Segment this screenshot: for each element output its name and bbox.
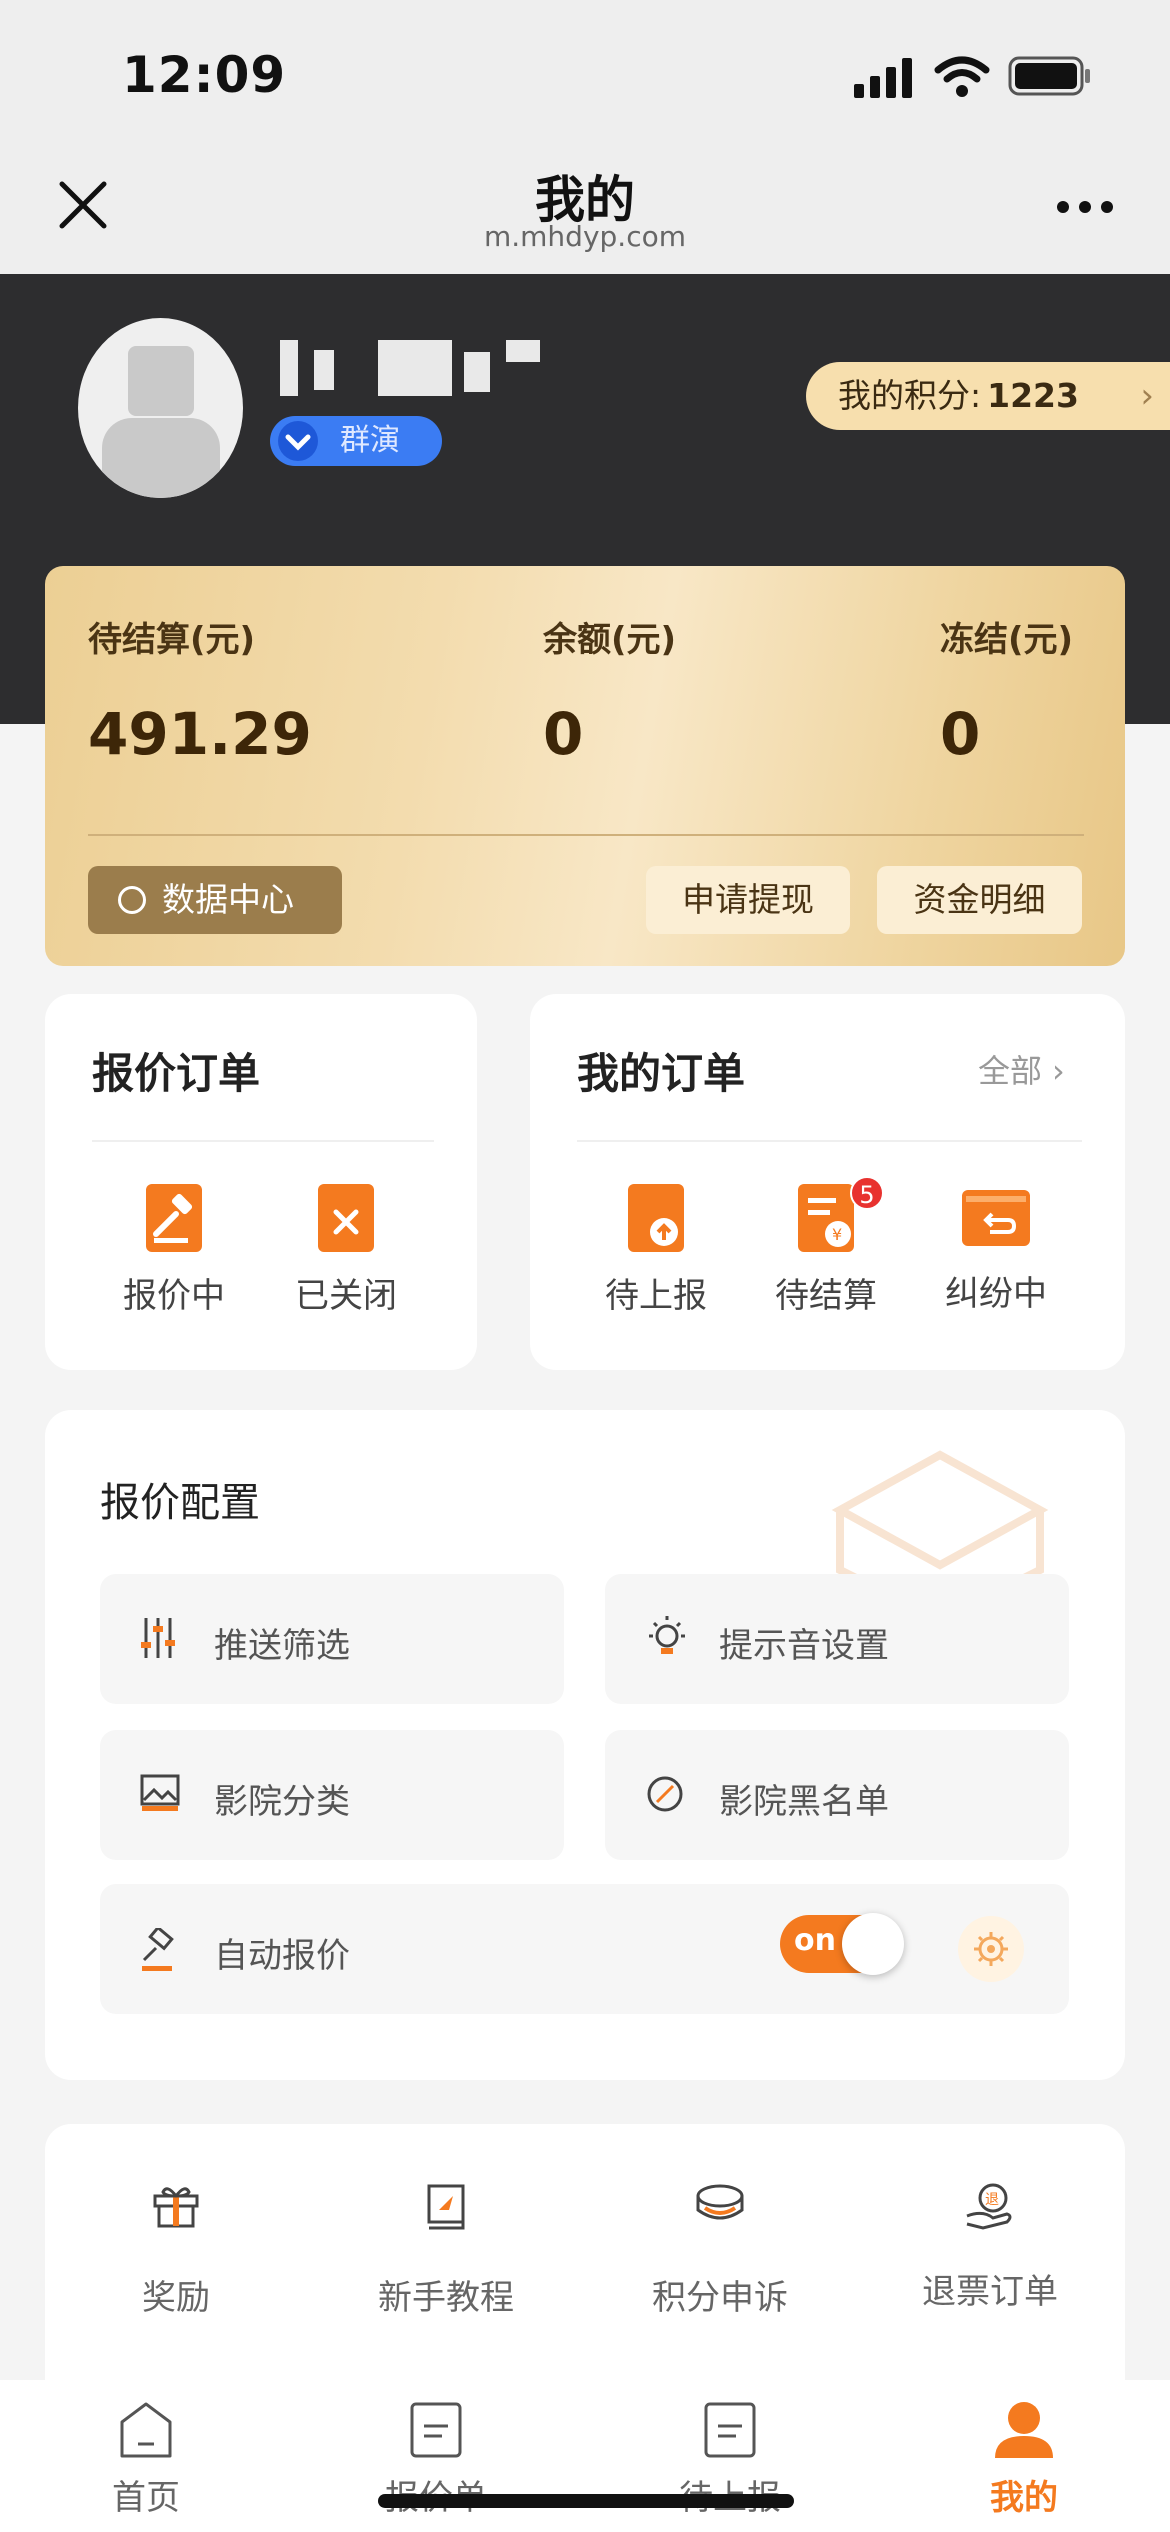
points-appeal-label: 积分申诉 — [652, 2278, 788, 2318]
page-url: m.mhdyp.com — [483, 220, 686, 253]
quote-orders-title: 报价订单 — [92, 1049, 261, 1098]
check-icon — [278, 421, 318, 461]
return-box-icon — [962, 1190, 1030, 1246]
bulb-icon — [645, 1614, 689, 1660]
pending-settle-label: 待结算 — [775, 1276, 877, 1316]
balance-value: 0 — [543, 700, 584, 768]
pending-label: 待结算(元) — [88, 620, 256, 660]
role-badge-label: 群演 — [340, 423, 400, 458]
fund-details-button[interactable]: 资金明细 — [877, 866, 1082, 934]
balance-label: 余额(元) — [543, 620, 677, 660]
all-orders-label: 全部 — [978, 1052, 1043, 1090]
gavel-file-icon — [146, 1184, 202, 1252]
cinema-category-label: 影院分类 — [214, 1782, 350, 1822]
pending-value: 491.29 — [88, 700, 312, 768]
toggle-state: on — [794, 1923, 836, 1958]
home-icon — [118, 2400, 174, 2460]
my-orders-title: 我的订单 — [577, 1049, 746, 1098]
cinema-category-button[interactable]: 影院分类 — [100, 1730, 564, 1860]
frozen-label: 冻结(元) — [940, 620, 1074, 660]
pending-count-badge: 5 — [850, 1176, 884, 1210]
auto-quote-row: 自动报价 — [100, 1884, 1069, 2014]
avatar[interactable] — [78, 318, 243, 498]
role-badge: 群演 — [270, 416, 442, 466]
auto-quote-label: 自动报价 — [214, 1936, 350, 1976]
sound-settings-label: 提示音设置 — [719, 1626, 889, 1666]
points-appeal-item[interactable]: 积分申诉 — [620, 2180, 820, 2330]
gear-icon[interactable] — [958, 1916, 1024, 1982]
pending-report-item[interactable]: 待上报 — [576, 1180, 736, 1350]
withdraw-button[interactable]: 申请提现 — [646, 866, 850, 934]
battery-icon — [1008, 56, 1092, 96]
points-label: 我的积分: — [838, 376, 982, 415]
closed-label: 已关闭 — [295, 1276, 397, 1316]
closed-file-icon — [318, 1184, 374, 1252]
points-value: 1223 — [987, 376, 1079, 415]
gift-icon — [151, 2180, 201, 2230]
push-filter-button[interactable]: 推送筛选 — [100, 1574, 564, 1704]
push-filter-label: 推送筛选 — [214, 1626, 350, 1666]
signal-icon — [854, 58, 916, 98]
refund-orders-item[interactable]: 退 退票订单 — [890, 2180, 1090, 2330]
svg-text:¥: ¥ — [832, 1225, 842, 1244]
divider — [577, 1140, 1082, 1142]
document-icon — [408, 2400, 464, 2460]
quoting-item[interactable]: 报价中 — [94, 1180, 254, 1350]
refund-orders-label: 退票订单 — [922, 2272, 1058, 2312]
user-icon — [993, 2400, 1055, 2460]
dispute-item[interactable]: 纠纷中 — [916, 1180, 1076, 1350]
tutorial-label: 新手教程 — [378, 2278, 514, 2318]
home-indicator — [378, 2494, 794, 2508]
sliders-icon — [140, 1616, 176, 1660]
gavel-icon — [140, 1928, 184, 1972]
quoting-label: 报价中 — [123, 1276, 225, 1316]
rewards-label: 奖励 — [142, 2278, 210, 2318]
tutorial-item[interactable]: 新手教程 — [346, 2180, 546, 2330]
upload-file-icon — [628, 1184, 684, 1252]
divider — [88, 834, 1084, 836]
document-icon — [702, 2400, 758, 2460]
rewards-item[interactable]: 奖励 — [76, 2180, 276, 2330]
sound-settings-button[interactable]: 提示音设置 — [605, 1574, 1069, 1704]
closed-item[interactable]: 已关闭 — [266, 1180, 426, 1350]
username-blurred — [280, 340, 540, 396]
auto-quote-toggle[interactable]: on — [780, 1913, 904, 1975]
cinema-blacklist-label: 影院黑名单 — [719, 1782, 889, 1822]
book-icon — [421, 2180, 471, 2230]
frozen-value: 0 — [940, 700, 981, 768]
points-button[interactable]: 我的积分: 1223 › — [806, 362, 1170, 430]
data-center-button[interactable]: 数据中心 — [88, 866, 342, 934]
coin-stack-icon — [693, 2180, 747, 2230]
pie-chart-icon — [118, 886, 146, 914]
ban-icon — [645, 1774, 685, 1814]
cinema-blacklist-button[interactable]: 影院黑名单 — [605, 1730, 1069, 1860]
more-icon[interactable] — [1056, 200, 1114, 214]
dispute-label: 纠纷中 — [945, 1274, 1047, 1314]
chevron-right-icon: › — [1052, 1052, 1065, 1090]
divider — [92, 1140, 434, 1142]
toggle-knob — [842, 1913, 904, 1975]
status-time: 12:09 — [122, 46, 287, 104]
image-icon — [140, 1774, 180, 1812]
pending-report-label: 待上报 — [605, 1276, 707, 1316]
bill-icon: ¥ — [798, 1184, 854, 1252]
data-center-label: 数据中心 — [162, 880, 294, 919]
chevron-right-icon: › — [1140, 376, 1154, 416]
all-orders-link[interactable]: 全部 › — [978, 1046, 1065, 1092]
pending-settle-item[interactable]: ¥ 待结算 — [746, 1180, 906, 1350]
refund-hand-icon: 退 — [963, 2180, 1017, 2230]
quote-config-title: 报价配置 — [100, 1480, 260, 1526]
wifi-icon — [934, 56, 990, 98]
tab-home-label: 首页 — [112, 2478, 180, 2518]
tab-mine[interactable]: 我的 — [944, 2400, 1104, 2519]
tab-mine-label: 我的 — [990, 2478, 1058, 2518]
svg-text:退: 退 — [985, 2192, 999, 2208]
tab-home[interactable]: 首页 — [66, 2400, 226, 2519]
